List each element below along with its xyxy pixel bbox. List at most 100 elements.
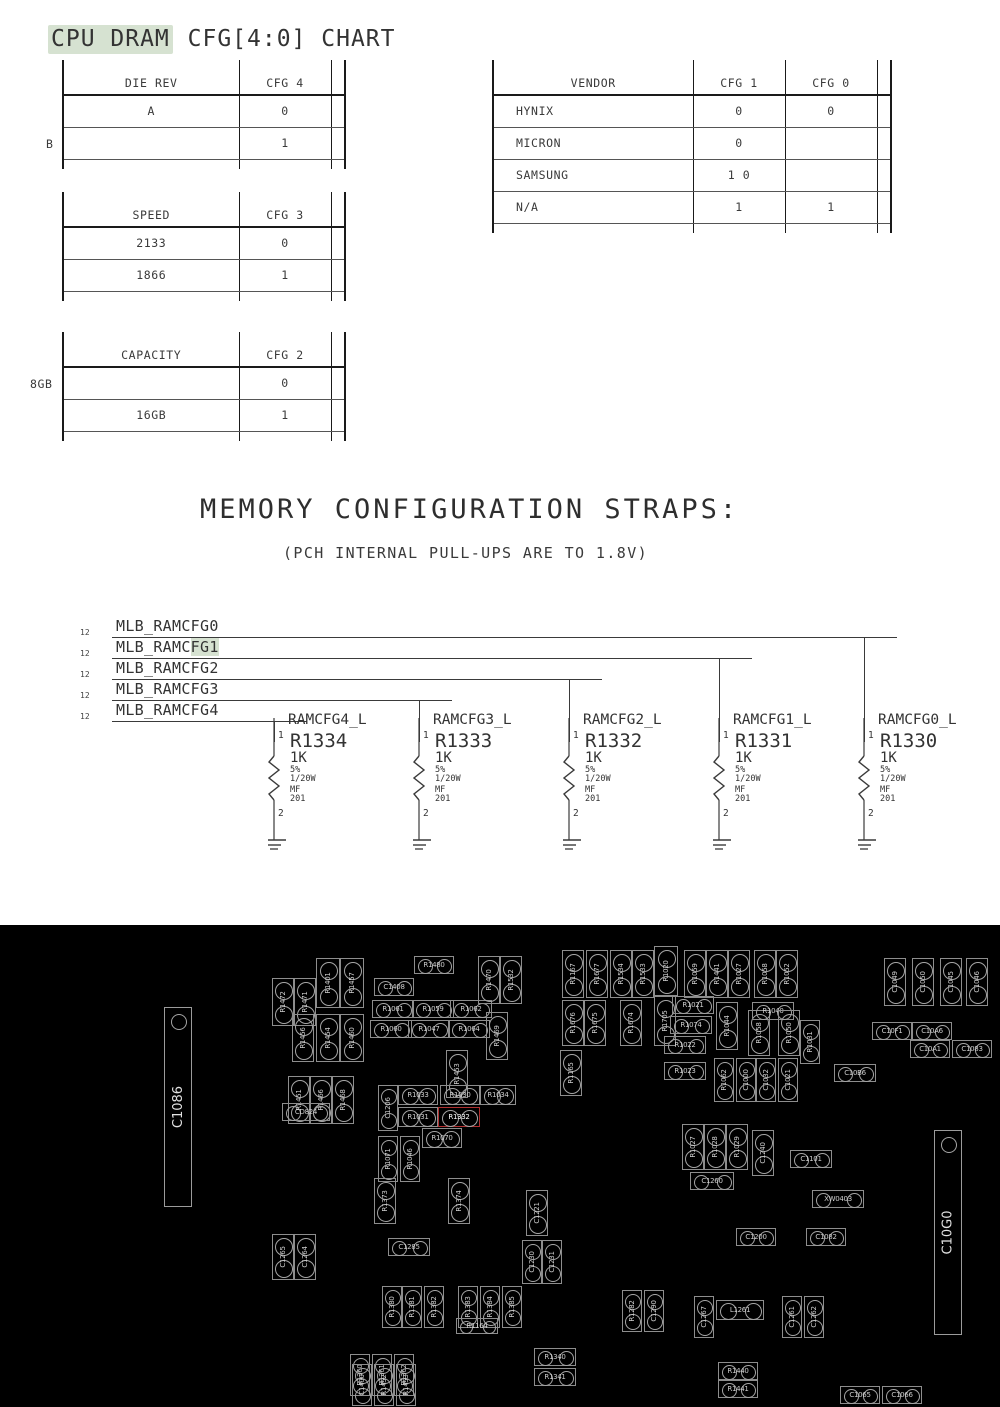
refdes-text: R1385 — [508, 1296, 516, 1318]
package-code: 201 — [735, 794, 751, 804]
package-code: 201 — [290, 794, 306, 804]
pcb-component-r1052[interactable]: R1052 — [776, 950, 798, 998]
table-header-row: SPEED CFG 3 — [62, 203, 346, 228]
pcb-component-c1065[interactable]: C1065 — [840, 1386, 880, 1404]
pcb-component-r1532[interactable]: R1532 — [500, 956, 522, 1004]
pcb-component-r1034[interactable]: R1034 — [480, 1085, 516, 1105]
pcb-component-r1059[interactable]: R1059 — [412, 1000, 454, 1018]
vendor-table: VENDOR CFG 1 CFG 0 HYNIX 0 0 MICRON 0 SA… — [492, 60, 892, 233]
pcb-component-c10b6[interactable]: C10B6 — [834, 1064, 876, 1082]
pcb-component-r1023[interactable]: R1023 — [664, 1062, 706, 1080]
cell — [785, 159, 878, 192]
pcb-component-r1441[interactable]: R1441 — [718, 1380, 758, 1398]
cell: 0 — [785, 95, 878, 128]
pcb-component-r1469[interactable]: R1469 — [486, 1012, 508, 1060]
net-wire — [112, 637, 897, 638]
pcb-component-r1675[interactable]: R1675 — [584, 1000, 606, 1046]
pcb-component-r1031[interactable]: R1031 — [398, 1107, 438, 1127]
pcb-component-r1340[interactable]: R1340 — [534, 1348, 576, 1366]
net-row-ramcfg4[interactable]: 12 MLB_RAMCFG4 — [80, 701, 307, 726]
capacity-table: CAPACITY CFG 2 0 16GB 1 — [62, 332, 346, 441]
pcb-component-r1457[interactable]: R1457 — [340, 958, 364, 1008]
pcb-component-c1101[interactable]: C1101 — [790, 1150, 832, 1168]
board-label-c1086[interactable]: C1086 — [164, 1007, 192, 1207]
pcb-component-r1373[interactable]: R1373 — [374, 1178, 396, 1224]
table-header-row: CAPACITY CFG 2 — [62, 343, 346, 368]
pcb-component-r1460[interactable]: R1460 — [340, 1014, 364, 1062]
pcb-component-r1468[interactable]: R1468 — [332, 1076, 354, 1124]
cell: 16GB — [62, 399, 240, 432]
refdes-label[interactable]: R1330 — [880, 730, 937, 752]
pcb-component-r1044[interactable]: R1044 — [716, 1002, 738, 1050]
pcb-component-r1021[interactable]: R1021 — [672, 996, 714, 1014]
pcb-component-c1264[interactable]: C1264 — [294, 1234, 316, 1280]
col-header: DIE REV — [62, 71, 240, 96]
pcb-component-r1674[interactable]: R1674 — [620, 1000, 642, 1046]
pcb-component-c1200[interactable]: C1200 — [736, 1228, 776, 1246]
pcb-component-c1221[interactable]: C1221 — [526, 1190, 548, 1236]
pcb-component-c1082[interactable]: C1082 — [806, 1228, 846, 1246]
pcb-component-c1408[interactable]: C1408 — [374, 978, 414, 996]
pcb-component-c1206[interactable]: C1206 — [378, 1085, 398, 1131]
pcb-component-r1480[interactable]: R1480 — [414, 956, 454, 974]
pcb-component-r1030[interactable]: R1030 — [440, 1085, 480, 1105]
pcb-component-r1165[interactable]: R1165 — [560, 1050, 582, 1096]
pcb-component-r1382[interactable]: R1382 — [424, 1286, 444, 1328]
pcb-component-c1262[interactable]: C1262 — [804, 1296, 824, 1338]
pcb-component-r1033[interactable]: R1033 — [398, 1085, 438, 1105]
pcb-component-r1061[interactable]: R1061 — [372, 1000, 414, 1018]
cell: 1 — [239, 399, 332, 432]
pcb-component-c1267[interactable]: C1267 — [694, 1296, 714, 1338]
pcb-component-c1046[interactable]: C1046 — [966, 958, 988, 1006]
pcb-component-c10f1[interactable]: C10F1 — [872, 1022, 912, 1040]
refdes-text: C1066 — [891, 1391, 913, 1399]
pcb-component-r1047[interactable]: R1047 — [408, 1020, 450, 1038]
refdes-label[interactable]: R1334 — [290, 730, 347, 752]
pcb-component-r1440[interactable]: R1440 — [718, 1362, 758, 1380]
pcb-component-xw0403[interactable]: XW0403 — [812, 1190, 864, 1208]
pcb-component-r1070[interactable]: R1070 — [422, 1128, 462, 1148]
refdes-label[interactable]: R1332 — [585, 730, 642, 752]
board-label-c10g0[interactable]: C10G0 — [934, 1130, 962, 1335]
pcb-component-c1231[interactable]: C1231 — [542, 1240, 562, 1284]
pcb-component-r1164[interactable]: R1164 — [456, 1318, 498, 1334]
resistor-r1333[interactable]: RAMCFG3_L 1 R1333 1K 5% 1/20W MF 201 2 — [413, 712, 563, 866]
pcb-component-l1261[interactable]: L1261 — [716, 1300, 764, 1320]
pcb-component-r1374[interactable]: R1374 — [448, 1178, 470, 1224]
pcb-component-r1022[interactable]: R1022 — [664, 1036, 706, 1054]
pcb-component-c10a6[interactable]: C10A6 — [912, 1022, 952, 1040]
pcb-component-r1031[interactable]: R1031 — [800, 1020, 820, 1064]
table-die-rev: DIE REV CFG 4 A 0 1 B — [46, 60, 346, 169]
refdes-label[interactable]: R1333 — [435, 730, 492, 752]
cell: 1 — [693, 191, 786, 224]
refdes-label[interactable]: R1331 — [735, 730, 792, 752]
net-label-ramcfg1l: RAMCFG1_L — [733, 712, 812, 728]
table-header-row: VENDOR CFG 1 CFG 0 — [492, 71, 892, 96]
pcb-component-c1290[interactable]: C1290 — [644, 1290, 664, 1332]
pcb-component-c1240[interactable]: C1240 — [752, 1130, 774, 1176]
resistor-r1331[interactable]: RAMCFG1_L 1 R1331 1K 5% 1/20W MF 201 2 — [713, 712, 863, 866]
net-label-ramcfg4l: RAMCFG4_L — [288, 712, 367, 728]
pcb-component-cd824[interactable]: CD824 — [282, 1103, 330, 1121]
pcb-component-c1021[interactable]: C1021 — [778, 1058, 798, 1102]
resistor-r1332[interactable]: RAMCFG2_L 1 R1332 1K 5% 1/20W MF 201 2 — [563, 712, 713, 866]
pcb-component-c10a1[interactable]: C10A1 — [910, 1040, 950, 1058]
cell: HYNIX — [492, 95, 694, 128]
cell: N/A — [492, 191, 694, 224]
pcb-component-c1066[interactable]: C1066 — [882, 1386, 922, 1404]
pcb-component-c1260[interactable]: C1260 — [690, 1172, 734, 1190]
package-code: 201 — [880, 794, 896, 804]
pcb-component-c1083[interactable]: C1083 — [952, 1040, 992, 1058]
pcb-component-r1332[interactable]: R1332 — [438, 1107, 480, 1127]
pcb-component-r1060[interactable]: R1060 — [370, 1020, 412, 1038]
pcb-layout-view[interactable]: C1086 C10G0 C10H0 Y1900 U7790 C1087 — [0, 925, 1000, 1407]
pcb-component-r1453[interactable]: R1453 — [396, 1364, 416, 1406]
pcb-component-c1285[interactable]: C1285 — [388, 1238, 430, 1256]
pin-number-2: 2 — [278, 808, 284, 819]
pcb-component-r1046[interactable]: R1046 — [400, 1136, 420, 1182]
pcb-component-r1385[interactable]: R1385 — [502, 1286, 522, 1328]
resistor-r1334[interactable]: RAMCFG4_L 1 R1334 1K 5% 1/20W MF 201 2 — [268, 712, 418, 866]
pin-number-2: 2 — [423, 808, 429, 819]
pcb-component-r1341[interactable]: R1341 — [534, 1368, 576, 1386]
resistor-r1330[interactable]: RAMCFG0_L 1 R1330 1K 5% 1/20W MF 201 2 — [858, 712, 1000, 866]
